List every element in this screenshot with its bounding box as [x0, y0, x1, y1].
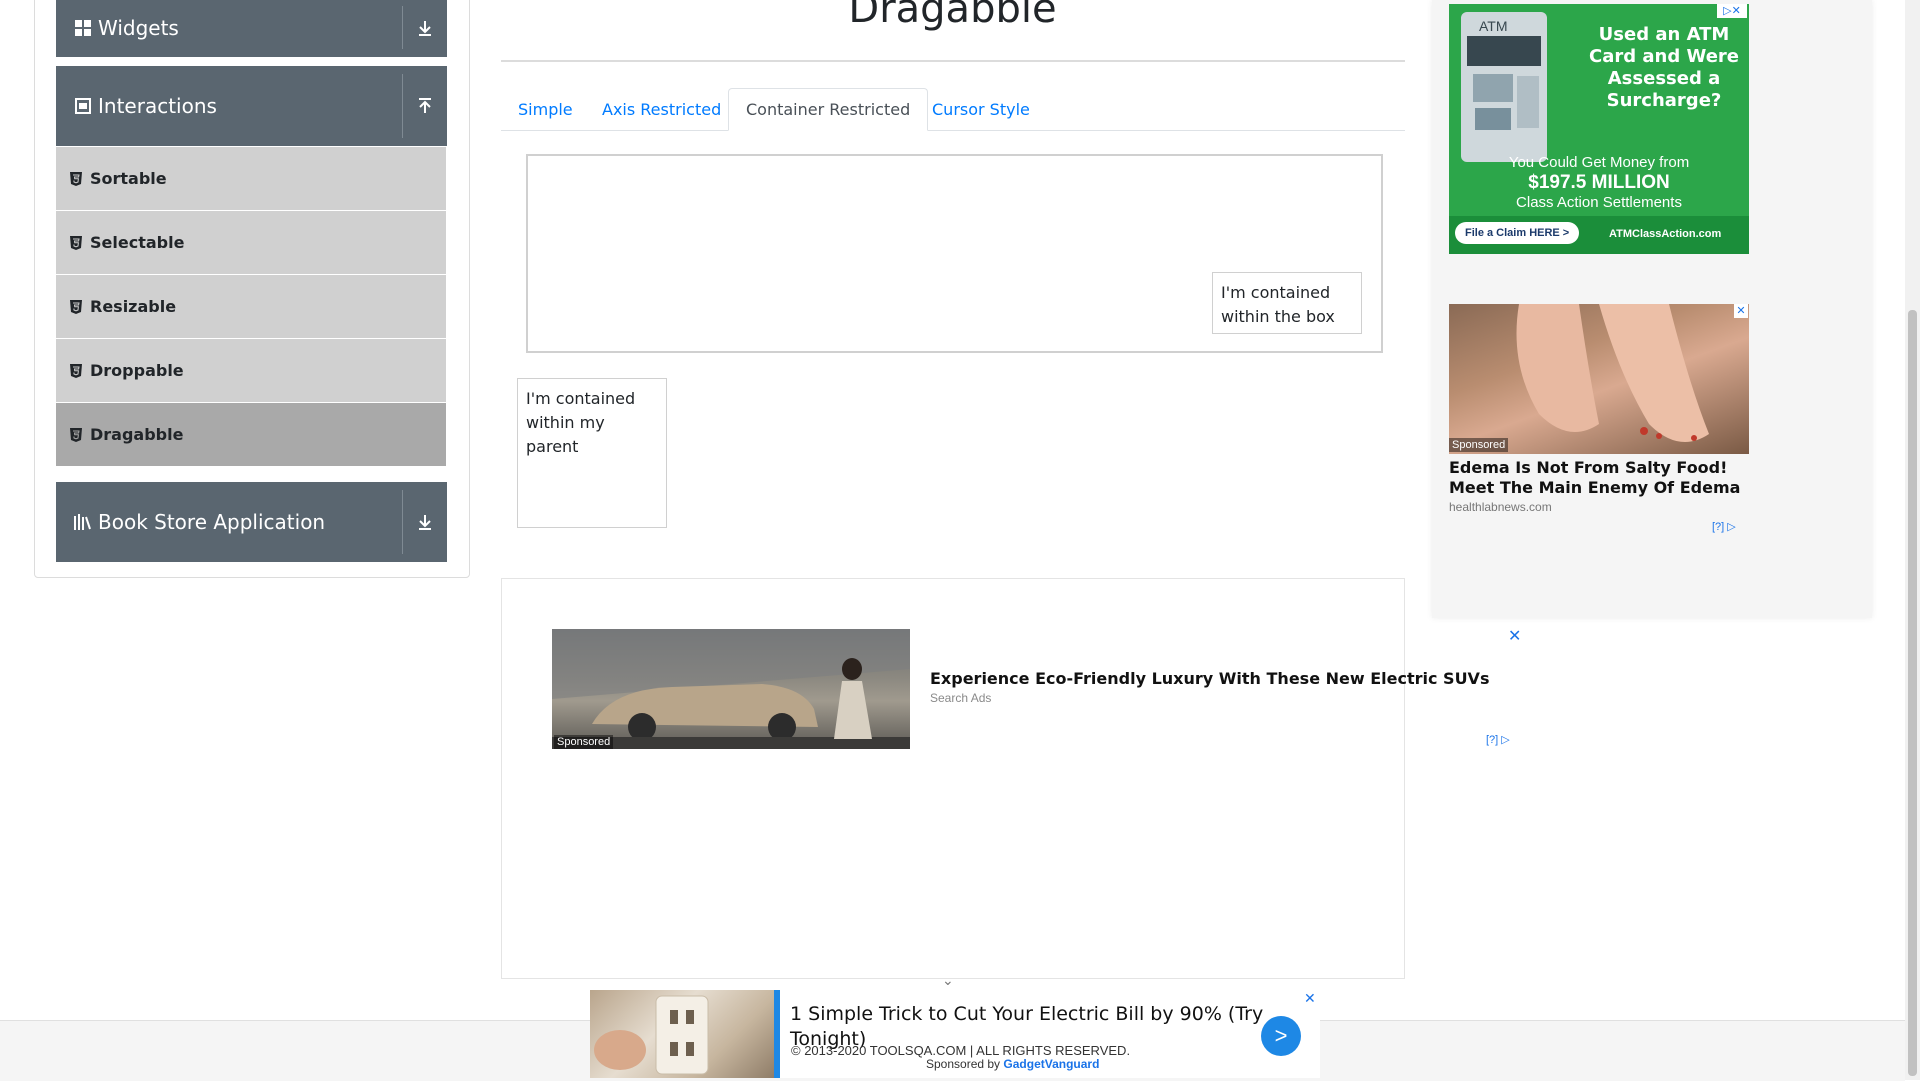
group-label-interactions: Interactions	[98, 94, 217, 118]
group-label-widgets: Widgets	[98, 15, 179, 40]
sidebar-item-sortable[interactable]: Sortable	[56, 147, 446, 210]
tab-container-restricted[interactable]: Container Restricted	[728, 88, 929, 131]
divider	[501, 60, 1405, 62]
html5-icon	[70, 171, 82, 186]
html5-icon	[70, 299, 82, 314]
edema-ad[interactable]: Sponsored ✕ Edema Is Not From Salty Food…	[1449, 304, 1749, 544]
download-icon[interactable]	[402, 6, 447, 49]
sponsored-by: Sponsored by GadgetVanguard	[926, 1057, 1099, 1071]
sidebar-item-dragabble[interactable]: Dragabble	[56, 403, 446, 466]
chevron-down-icon[interactable]: ⌄	[942, 972, 954, 989]
html5-icon	[70, 235, 82, 250]
file-claim-button[interactable]: File a Claim HERE >	[1455, 222, 1580, 244]
group-header-widgets[interactable]: Widgets	[56, 0, 447, 57]
adchoices-close-icon[interactable]: ▷✕	[1717, 4, 1747, 18]
sponsored-tag: Sponsored	[1449, 438, 1509, 452]
group-header-interactions[interactable]: Interactions	[56, 66, 447, 146]
adchoices-icon[interactable]: ▷	[1727, 521, 1735, 533]
tab-axis-restricted[interactable]: Axis Restricted	[585, 88, 738, 130]
atm-ad-domain: ATMClassAction.com	[1609, 228, 1722, 240]
containment-wrapper: I'm contained within the box	[526, 154, 1383, 353]
atm-ad-line1: You Could Get Money from	[1508, 154, 1690, 171]
download-icon[interactable]	[402, 490, 447, 554]
sidebar-item-label: Dragabble	[90, 425, 184, 444]
adchoices-icon[interactable]: ▷	[1501, 734, 1509, 746]
bottom-ad-image[interactable]	[590, 990, 774, 1078]
close-icon[interactable]: ✕	[1734, 304, 1748, 318]
widgets-icon	[74, 19, 92, 37]
draggable-box-item[interactable]: I'm contained within the box	[1212, 272, 1362, 334]
atm-ad[interactable]: ATM Used an ATM Card and Were Assessed a…	[1449, 4, 1749, 254]
tab-cursor-style[interactable]: Cursor Style	[915, 88, 1047, 130]
sidebar-item-label: Resizable	[90, 297, 177, 316]
ad-help-label: [?]	[1712, 521, 1725, 533]
arrow-button[interactable]: >	[1261, 1016, 1301, 1056]
atm-ad-headline: Used an ATM Card and Were Assessed a Sur…	[1589, 24, 1740, 111]
scrollbar-thumb[interactable]	[1908, 310, 1917, 1076]
tab-bar: Simple Axis Restricted Container Restric…	[501, 88, 1405, 131]
draggable-parent-item[interactable]: I'm contained within my parent	[517, 378, 667, 528]
group-label-book-store: Book Store Application	[98, 510, 326, 534]
sponsor-link[interactable]: GadgetVanguard	[1003, 1057, 1099, 1071]
edema-ad-headline[interactable]: Edema Is Not From Salty Food! Meet The M…	[1449, 458, 1749, 498]
suv-ad-source: Search Ads	[930, 691, 992, 705]
ad-help-label: [?]	[1486, 734, 1499, 746]
sidebar-item-label: Droppable	[90, 361, 184, 380]
atm-label: ATM	[1479, 18, 1508, 34]
suv-ad[interactable]: Sponsored Experience Eco-Friendly Luxury…	[552, 626, 1524, 749]
ad-help[interactable]: [?] ▷	[1712, 520, 1736, 533]
sidebar-item-droppable[interactable]: Droppable	[56, 339, 446, 402]
edema-ad-domain: healthlabnews.com	[1449, 500, 1552, 514]
sponsored-by-label: Sponsored by	[926, 1057, 1001, 1071]
books-icon	[74, 513, 92, 531]
html5-icon	[70, 427, 82, 442]
sidebar-item-label: Sortable	[90, 169, 167, 188]
atm-machine-icon	[1461, 12, 1547, 162]
tab-simple[interactable]: Simple	[501, 88, 590, 130]
interactions-icon	[74, 97, 92, 115]
close-icon[interactable]: ✕	[1508, 626, 1521, 646]
upload-icon[interactable]	[402, 74, 447, 138]
html5-icon	[70, 363, 82, 378]
atm-ad-line2: Class Action Settlements	[1516, 194, 1682, 211]
ad-help[interactable]: [?] ▷	[1486, 733, 1510, 746]
sidebar-item-resizable[interactable]: Resizable	[56, 275, 446, 338]
atm-ad-amount: $197.5 MILLION	[1528, 172, 1670, 193]
sidebar-item-label: Selectable	[90, 233, 185, 252]
suv-ad-image[interactable]	[552, 629, 910, 749]
bottom-ad-accent	[774, 990, 780, 1078]
sidebar-item-selectable[interactable]: Selectable	[56, 211, 446, 274]
copyright-text: © 2013-2020 TOOLSQA.COM | ALL RIGHTS RES…	[791, 1043, 1131, 1058]
sponsored-tag: Sponsored	[554, 735, 614, 749]
close-icon[interactable]: ✕	[1304, 990, 1316, 1007]
suv-ad-headline[interactable]: Experience Eco-Friendly Luxury With Thes…	[930, 669, 1489, 688]
page-title: Dragabble	[848, 0, 1057, 32]
group-header-book-store[interactable]: Book Store Application	[56, 482, 447, 562]
edema-ad-image[interactable]	[1449, 304, 1749, 454]
